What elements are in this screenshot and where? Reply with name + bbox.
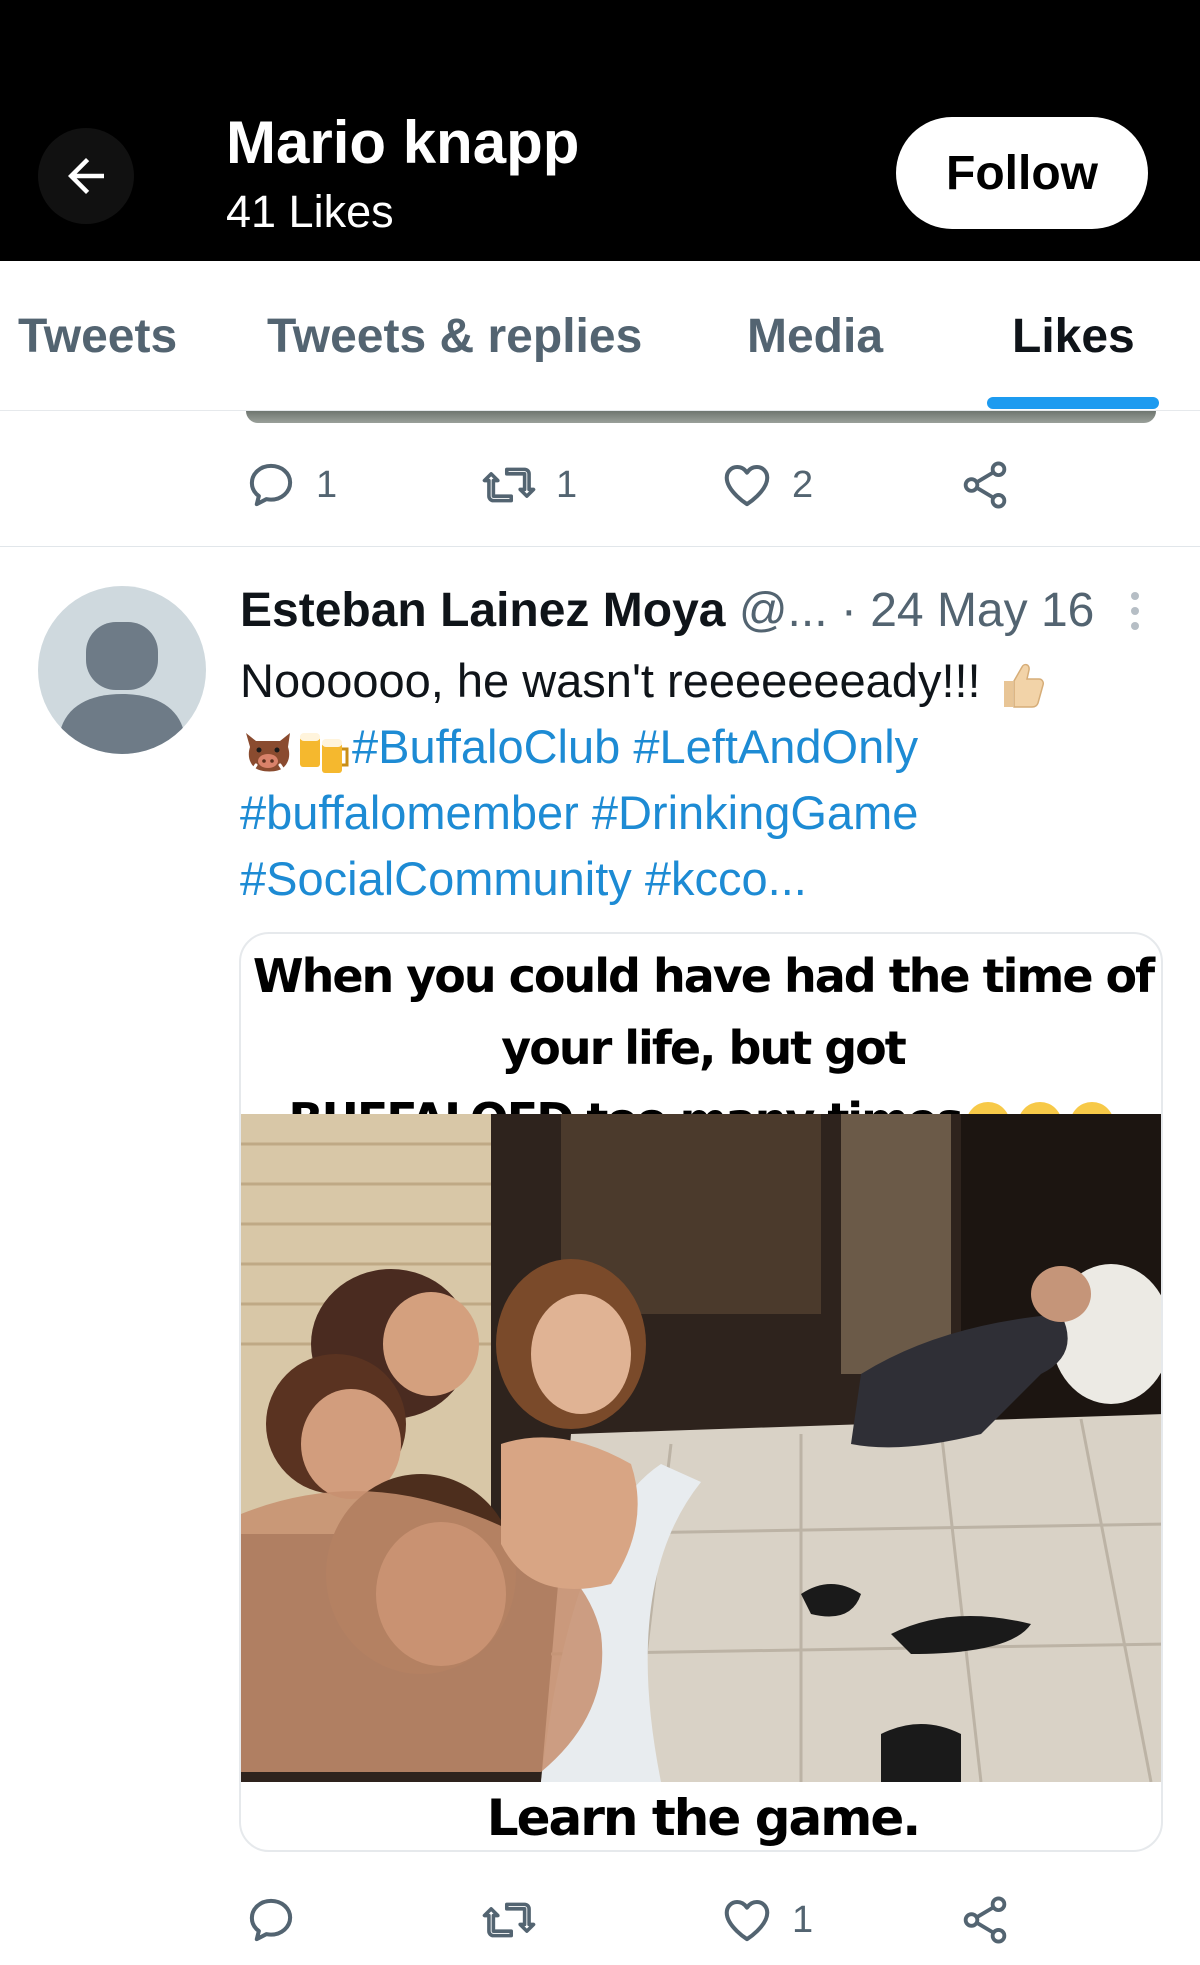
tab-likes[interactable]: Likes bbox=[1012, 309, 1135, 364]
meme-photo bbox=[241, 1114, 1161, 1782]
tweet-text: Noooooo, he wasn't reeeeeeeady!!! #Buffa… bbox=[240, 648, 1160, 912]
more-options-icon[interactable] bbox=[1124, 588, 1146, 634]
previous-tweet-actions: 1 1 2 bbox=[0, 440, 1200, 530]
boar-icon bbox=[246, 732, 290, 773]
share-button[interactable] bbox=[958, 1875, 1012, 1965]
thumbs-up-icon bbox=[1003, 663, 1044, 708]
tweet-media[interactable]: When you could have had the time of your… bbox=[239, 932, 1163, 1852]
like-button[interactable]: 1 bbox=[720, 1875, 813, 1965]
reply-count: 1 bbox=[316, 463, 338, 506]
tweet-header: Esteban Lainez Moya @... · 24 May 16 bbox=[240, 583, 1094, 638]
reply-icon bbox=[249, 463, 293, 507]
meme-caption-line-1: When you could have had the time of your… bbox=[252, 949, 1155, 1075]
like-button[interactable]: 2 bbox=[720, 440, 813, 530]
tweet-date[interactable]: 24 May 16 bbox=[870, 584, 1094, 637]
status-bar bbox=[0, 0, 1200, 86]
reply-icon bbox=[249, 1898, 293, 1942]
profile-header: Mario knapp 41 Likes Follow bbox=[0, 86, 1200, 261]
hashtag-socialcommunity[interactable]: #SocialCommunity bbox=[240, 852, 632, 905]
tweet-text-line: Noooooo, he wasn't reeeeeeeady!!! bbox=[240, 654, 981, 707]
arrow-left-icon bbox=[68, 158, 104, 194]
hashtag-leftandonly[interactable]: #LeftAndOnly bbox=[633, 720, 918, 773]
reply-button[interactable] bbox=[244, 1875, 316, 1965]
meme-photo-scene bbox=[241, 1114, 1161, 1782]
likes-count: 41 Likes bbox=[226, 186, 394, 237]
retweet-icon bbox=[482, 1902, 536, 1938]
profile-name: Mario knapp bbox=[226, 109, 580, 176]
previous-tweet-media bbox=[246, 411, 1156, 423]
tweet-divider bbox=[0, 546, 1200, 547]
hashtag-kcco[interactable]: #kcco... bbox=[645, 852, 807, 905]
avatar[interactable] bbox=[38, 586, 206, 754]
author-name[interactable]: Esteban Lainez Moya bbox=[240, 584, 725, 637]
heart-icon bbox=[724, 464, 770, 507]
meme-top-caption: When you could have had the time of your… bbox=[241, 934, 1161, 1147]
back-button[interactable] bbox=[38, 128, 134, 224]
retweet-icon bbox=[482, 467, 536, 503]
retweet-count: 1 bbox=[556, 463, 578, 506]
reply-button[interactable]: 1 bbox=[244, 440, 337, 530]
follow-button[interactable]: Follow bbox=[896, 117, 1148, 229]
retweet-button[interactable]: 1 bbox=[480, 440, 577, 530]
tweet-actions: 1 bbox=[0, 1875, 1200, 1965]
like-count: 2 bbox=[792, 463, 814, 506]
tab-media[interactable]: Media bbox=[747, 309, 883, 364]
retweet-button[interactable] bbox=[480, 1875, 556, 1965]
active-tab-indicator bbox=[987, 397, 1159, 409]
tab-tweets-replies[interactable]: Tweets & replies bbox=[267, 309, 642, 364]
like-count: 1 bbox=[792, 1898, 814, 1941]
hashtag-drinkinggame[interactable]: #DrinkingGame bbox=[592, 786, 919, 839]
tab-tweets[interactable]: Tweets bbox=[18, 309, 177, 364]
meta-separator: · bbox=[840, 584, 857, 637]
share-icon bbox=[963, 1896, 1007, 1944]
heart-icon bbox=[724, 1899, 770, 1942]
default-profile-icon bbox=[60, 622, 184, 754]
hashtag-buffalomember[interactable]: #buffalomember bbox=[240, 786, 579, 839]
meme-bottom-caption: Learn the game. bbox=[486, 1789, 922, 1847]
author-handle[interactable]: @... bbox=[739, 584, 828, 637]
share-button[interactable] bbox=[958, 440, 1012, 530]
profile-tabs: Tweets Tweets & replies Media Likes bbox=[0, 261, 1200, 411]
hashtag-buffaloclub[interactable]: #BuffaloClub bbox=[352, 720, 620, 773]
share-icon bbox=[963, 461, 1007, 509]
beer-mugs-icon bbox=[300, 732, 349, 773]
